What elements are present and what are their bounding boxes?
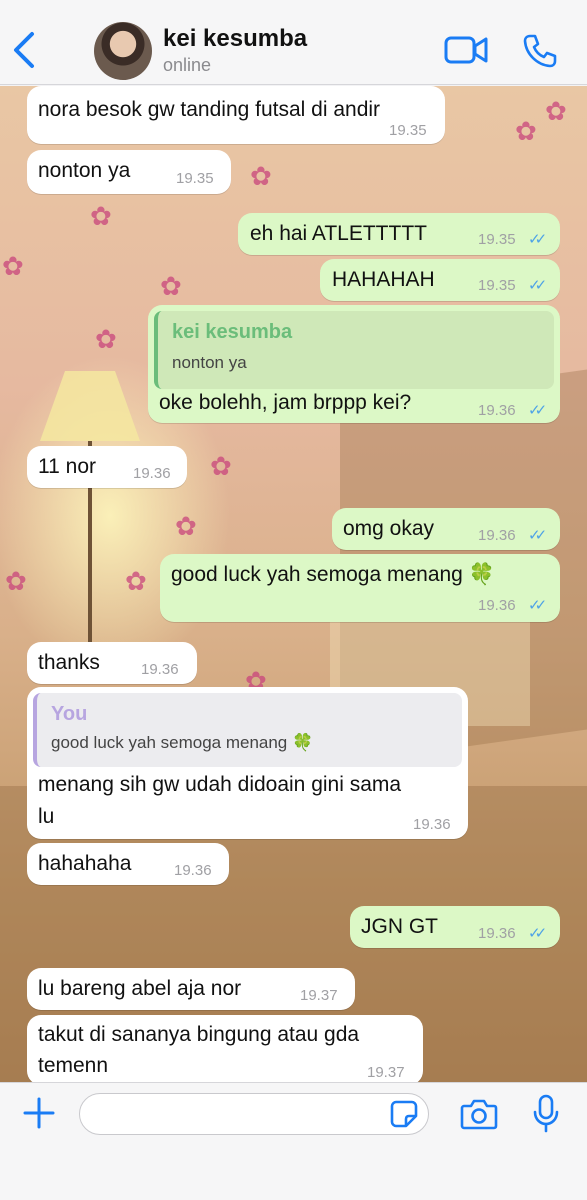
message-outgoing[interactable]: HAHAHAH 19.35 ✓✓ bbox=[320, 259, 560, 301]
message-text: lu bareng abel aja nor bbox=[38, 977, 242, 1000]
flower-icon: ✿ bbox=[250, 161, 272, 191]
read-receipt-icon: ✓✓ bbox=[528, 597, 547, 614]
message-text: 11 nor bbox=[38, 455, 96, 478]
quoted-sender: kei kesumba bbox=[172, 321, 293, 343]
message-incoming[interactable]: nora besok gw tanding futsal di andir 19… bbox=[27, 86, 445, 144]
message-incoming[interactable]: nonton ya 19.35 bbox=[27, 150, 231, 194]
chat-area[interactable]: ✿ ✿ ✿ ✿ ✿ ✿ ✿ ✿ ✿ ✿ ✿ ✿ nora besok gw ta… bbox=[0, 86, 587, 1082]
message-time: 19.36 bbox=[141, 661, 179, 678]
message-text: nonton ya bbox=[38, 159, 131, 182]
message-time: 19.35 bbox=[389, 122, 427, 139]
message-input[interactable] bbox=[79, 1093, 429, 1135]
message-time: 19.37 bbox=[367, 1064, 405, 1081]
message-time: 19.36 bbox=[174, 862, 212, 879]
message-incoming[interactable]: lu bareng abel aja nor 19.37 bbox=[27, 968, 355, 1010]
quoted-message[interactable]: You good luck yah semoga menang 🍀 bbox=[33, 693, 462, 767]
message-time: 19.36 bbox=[478, 925, 516, 942]
message-time: 19.37 bbox=[300, 987, 338, 1004]
read-receipt-icon: ✓✓ bbox=[528, 925, 547, 942]
flower-icon: ✿ bbox=[210, 451, 232, 481]
message-incoming-reply[interactable]: You good luck yah semoga menang 🍀 menang… bbox=[27, 687, 468, 839]
video-camera-icon[interactable] bbox=[444, 34, 488, 66]
message-text: eh hai ATLETTTTT bbox=[250, 222, 427, 245]
flower-icon: ✿ bbox=[95, 324, 117, 354]
camera-icon[interactable] bbox=[460, 1097, 498, 1131]
flower-icon: ✿ bbox=[90, 201, 112, 231]
quoted-text: nonton ya bbox=[172, 353, 247, 372]
quoted-message[interactable]: kei kesumba nonton ya bbox=[154, 311, 554, 389]
flower-icon: ✿ bbox=[2, 251, 24, 281]
message-incoming[interactable]: thanks 19.36 bbox=[27, 642, 197, 684]
chat-header: kei kesumba online bbox=[0, 0, 587, 85]
message-text: HAHAHAH bbox=[332, 268, 435, 291]
read-receipt-icon: ✓✓ bbox=[528, 527, 547, 544]
message-outgoing[interactable]: JGN GT 19.36 ✓✓ bbox=[350, 906, 560, 948]
avatar[interactable] bbox=[94, 22, 152, 80]
message-incoming[interactable]: takut di sananya bingung atau gda temenn… bbox=[27, 1015, 423, 1082]
message-text: thanks bbox=[38, 651, 100, 674]
message-time: 19.36 bbox=[413, 816, 451, 833]
wallpaper-lamp-icon bbox=[40, 371, 140, 441]
message-text: good luck yah semoga menang 🍀 bbox=[171, 563, 495, 586]
message-text: omg okay bbox=[343, 517, 435, 540]
flower-icon: ✿ bbox=[175, 511, 197, 541]
flower-icon: ✿ bbox=[545, 96, 567, 126]
plus-icon[interactable] bbox=[22, 1096, 56, 1130]
message-text: takut di sananya bingung atau gda bbox=[38, 1023, 360, 1046]
message-text: JGN GT bbox=[361, 915, 438, 938]
message-time: 19.35 bbox=[176, 170, 214, 187]
message-text: temenn bbox=[38, 1054, 109, 1077]
read-receipt-icon: ✓✓ bbox=[528, 231, 547, 248]
message-time: 19.36 bbox=[478, 597, 516, 614]
flower-icon: ✿ bbox=[5, 566, 27, 596]
read-receipt-icon: ✓✓ bbox=[528, 277, 547, 294]
message-outgoing[interactable]: good luck yah semoga menang 🍀 19.36 ✓✓ bbox=[160, 554, 560, 622]
message-time: 19.36 bbox=[133, 465, 171, 482]
back-chevron-icon[interactable] bbox=[10, 30, 40, 70]
flower-icon: ✿ bbox=[515, 116, 537, 146]
microphone-icon[interactable] bbox=[533, 1094, 559, 1134]
contact-name[interactable]: kei kesumba bbox=[163, 25, 307, 53]
message-text: oke bolehh, jam brppp kei? bbox=[159, 391, 412, 414]
phone-icon[interactable] bbox=[522, 33, 558, 69]
message-text: lu bbox=[38, 805, 55, 828]
message-outgoing[interactable]: omg okay 19.36 ✓✓ bbox=[332, 508, 560, 550]
message-incoming[interactable]: 11 nor 19.36 bbox=[27, 446, 187, 488]
contact-status: online bbox=[163, 55, 212, 75]
message-time: 19.35 bbox=[478, 231, 516, 248]
input-bar bbox=[0, 1082, 587, 1200]
message-text: menang sih gw udah didoain gini sama bbox=[38, 773, 402, 796]
quoted-sender: You bbox=[51, 703, 88, 725]
flower-icon: ✿ bbox=[160, 271, 182, 301]
message-text: hahahaha bbox=[38, 852, 132, 875]
message-text: nora besok gw tanding futsal di andir bbox=[38, 98, 381, 121]
message-time: 19.36 bbox=[478, 402, 516, 419]
flower-icon: ✿ bbox=[125, 566, 147, 596]
message-time: 19.35 bbox=[478, 277, 516, 294]
message-outgoing-reply[interactable]: kei kesumba nonton ya oke bolehh, jam br… bbox=[148, 305, 560, 423]
message-time: 19.36 bbox=[478, 527, 516, 544]
sticker-icon[interactable] bbox=[390, 1100, 418, 1128]
read-receipt-icon: ✓✓ bbox=[528, 402, 547, 419]
message-incoming[interactable]: hahahaha 19.36 bbox=[27, 843, 229, 885]
quoted-text: good luck yah semoga menang 🍀 bbox=[51, 733, 314, 752]
message-outgoing[interactable]: eh hai ATLETTTTT 19.35 ✓✓ bbox=[238, 213, 560, 255]
